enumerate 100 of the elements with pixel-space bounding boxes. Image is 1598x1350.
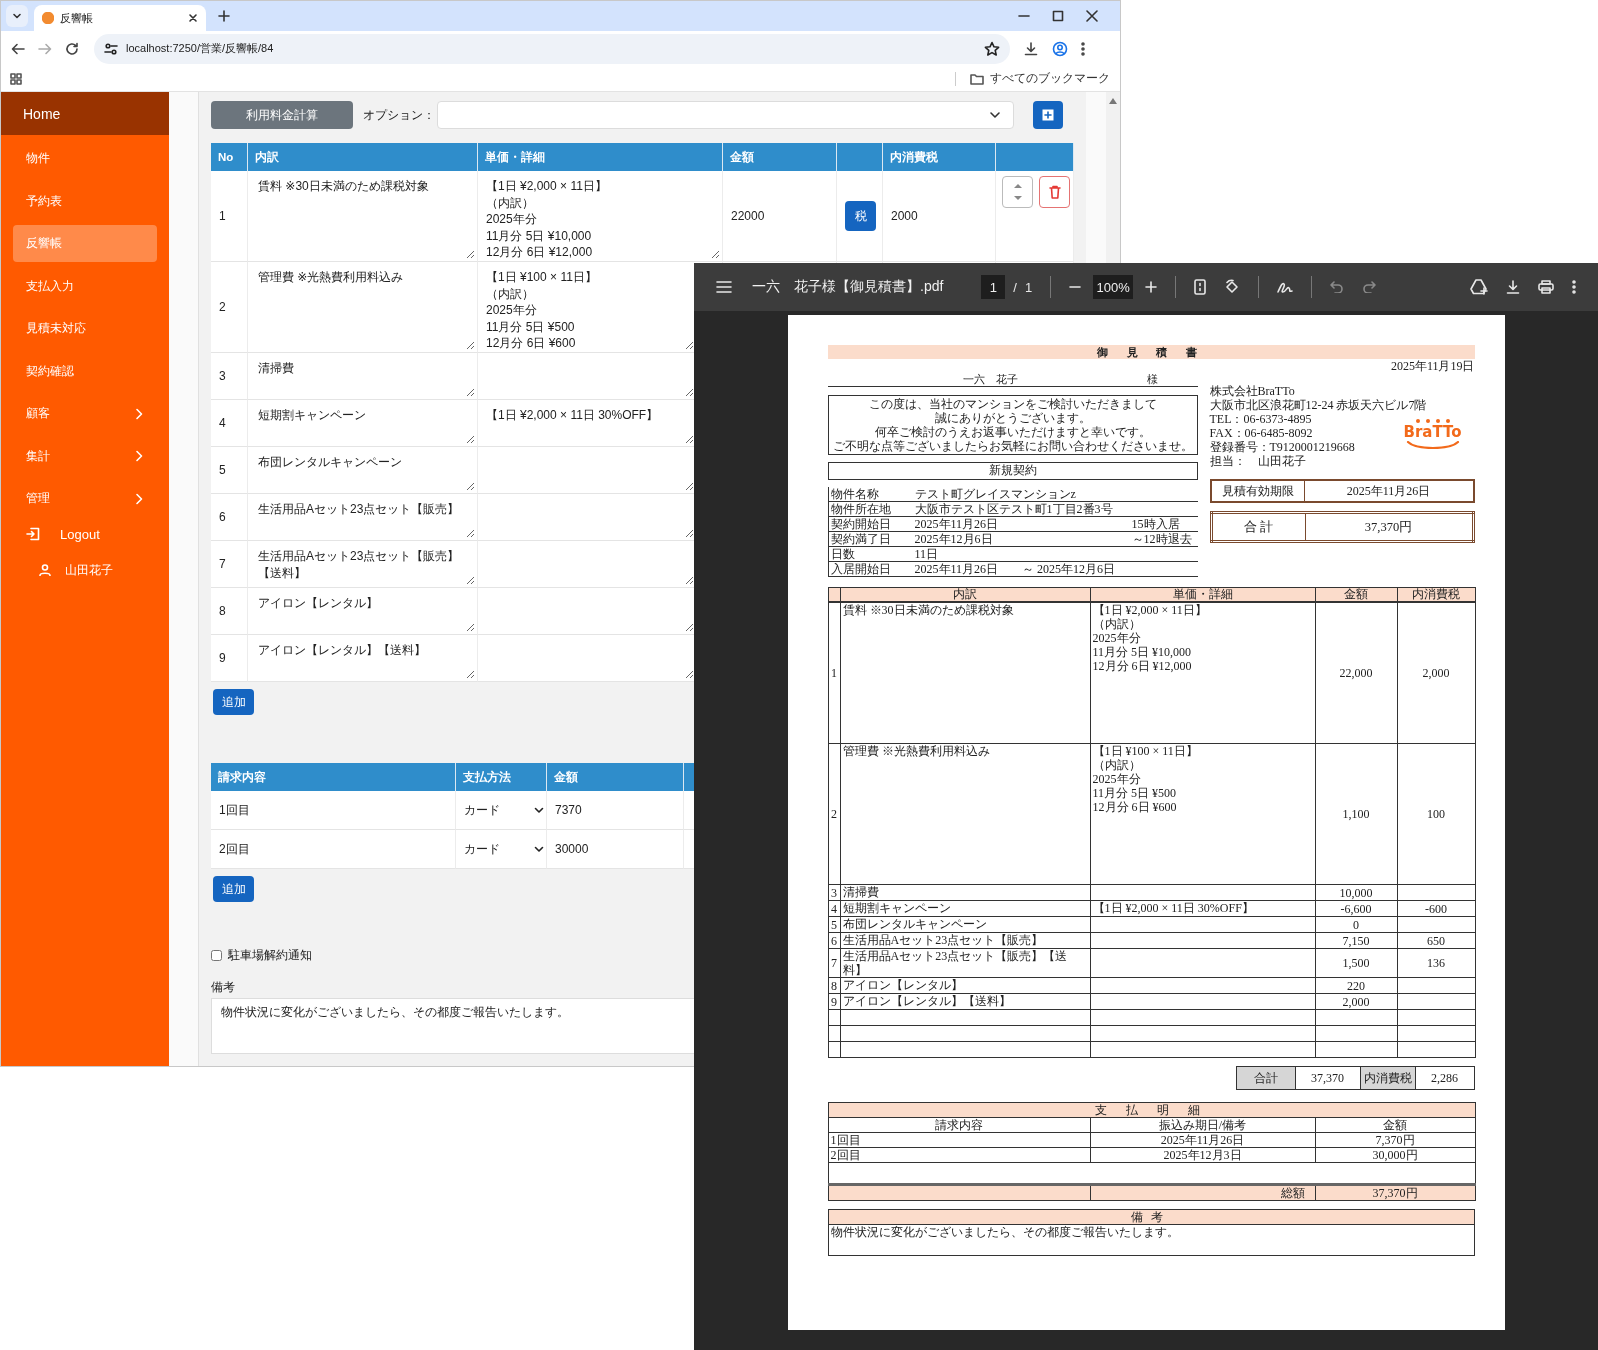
row-number: 5 [219,463,226,477]
tax-label: 内消費税 [1363,1070,1412,1085]
add-payment-button[interactable]: 追加 [213,876,254,902]
page-number-field[interactable]: 1 [981,275,1006,299]
site-info-icon[interactable] [104,41,118,56]
item-cell: 短期割キャンペーン [842,901,951,915]
document-title: 御 見 積 書 [827,345,1475,359]
item-cell: 布団レンタルキャンペーン [842,917,987,931]
total-amount: 37,370円 [1364,519,1413,534]
rotate-icon[interactable] [1224,279,1241,295]
company-line: TEL：06-6373-4895 [1209,412,1312,426]
profile-icon[interactable] [1052,40,1068,57]
row-number: 2 [831,807,837,821]
logo-arc-icon [1404,441,1461,449]
reload-icon[interactable] [65,41,79,56]
apps-grid-icon[interactable] [10,72,22,85]
scrollbar[interactable] [1106,92,1120,263]
amount-cell: 30000 [555,842,589,856]
print-icon[interactable] [1538,280,1554,294]
tax-cell: 136 [1427,956,1445,970]
due-date-cell: 2025年11月26日 [1160,1133,1245,1147]
browser-tab[interactable]: 反響帳 [34,5,206,31]
logo-text: BraTTo [1403,424,1462,441]
tab-list-button[interactable] [6,5,28,27]
option-label: オプション： [363,106,436,124]
amount-cell: 7370 [555,803,582,817]
section-title: 支 払 明 細 [1095,1103,1208,1117]
column-header: 支払方法 [456,763,547,791]
amount-cell: -6,600 [1340,901,1372,916]
tax-cell: -600 [1425,901,1447,916]
calculate-button[interactable]: 利用料金計算 [211,101,353,129]
row-number: 7 [219,557,226,571]
row-number: 6 [219,510,226,524]
add-option-button[interactable] [1033,101,1063,129]
item-cell: 賃料 ※30日未満のため課税対象 [842,603,1014,617]
column-header: 単価・詳細 [478,143,723,171]
document-title: 一六 花子様【御見積書】.pdf [752,278,944,296]
download-icon[interactable] [1023,40,1039,57]
download-icon[interactable] [1506,280,1520,294]
close-icon[interactable] [188,13,198,23]
parking-notice-checkbox[interactable] [211,950,222,961]
item-cell: 生活用品Aセット23点セット【販売】【送料】 [842,949,1068,977]
tax-cell: 650 [1427,933,1445,948]
info-label: 物件名称 [830,487,879,501]
company-line: 登録番号：T9120001219668 [1209,440,1355,454]
home-link[interactable]: Home [1,92,169,135]
back-icon[interactable] [11,41,25,56]
add-row-button[interactable]: 追加 [213,689,254,715]
zoom-in-icon[interactable] [1145,281,1158,293]
column-header [837,143,883,171]
item-cell: アイロン【レンタル】【送料】 [842,994,1011,1008]
maximize-icon[interactable] [1052,10,1064,22]
more-icon[interactable] [1572,280,1576,294]
person-icon [39,564,51,576]
amount-cell: 30,000円 [1372,1148,1418,1162]
section-title: 備考 [1131,1210,1171,1224]
redo-icon[interactable] [1362,281,1377,293]
row-number: 8 [831,978,837,993]
more-icon[interactable] [1081,41,1085,56]
column-header: 内訳 [953,588,977,601]
info-label: 契約満了日 [830,532,891,546]
detail-cell: 【1日 ¥2,000 × 11日 30%OFF】 [1092,901,1254,915]
close-icon[interactable] [1086,10,1098,22]
reorder-button[interactable] [1002,176,1033,208]
document-date: 2025年11月19日 [1389,361,1475,372]
drive-add-icon[interactable] [1470,279,1488,295]
row-number: 4 [831,901,837,916]
menu-icon[interactable] [716,281,732,293]
folder-icon[interactable] [970,72,984,85]
delete-button[interactable] [1039,176,1070,208]
company-line: 大阪市北区浪花町12-24 赤坂天六ビル7階 [1209,398,1427,412]
column-header: No [211,143,248,171]
undo-icon[interactable] [1330,281,1345,293]
validity-label: 見積有効期限 [1221,483,1294,498]
total-value: 37,370 [1311,1070,1344,1085]
greeting-line: 誠にありがとうございます。 [933,411,1092,425]
scroll-up-icon[interactable] [1109,98,1117,104]
item-cell: 生活用品Aセット23点セット【販売】 [842,933,1044,947]
tax-button[interactable]: 税 [845,201,876,231]
bookmarks-link[interactable]: すべてのブックマーク [990,70,1110,87]
row-number: 8 [219,604,226,618]
zoom-field[interactable]: 100% [1093,275,1134,299]
fit-page-icon[interactable] [1194,279,1207,295]
column-header [684,763,695,791]
draw-icon[interactable] [1277,280,1294,294]
row-number: 7 [831,956,837,970]
address-field[interactable]: localhost:7250/営業/反響帳/84 [94,33,1010,64]
installment-cell: 2回目 [830,1148,861,1162]
greeting-line: 何卒ご検討のうえお返事いただけますと幸いです。 [873,425,1152,439]
star-icon[interactable] [984,40,1000,57]
remarks-field[interactable]: 物件状況に変化がございましたら、その都度ご報告いたします。 [211,998,695,1054]
new-tab-icon[interactable] [218,10,230,22]
info-value: 2025年11月26日 [914,517,999,531]
info-value: 大阪市テスト区テスト町1丁目2番3号 [914,502,1113,516]
total-label: 合計 [1253,1070,1278,1085]
tax-cell: 100 [1427,807,1445,821]
column-header: 金額 [723,143,837,171]
company-line: 株式会社BraTTo [1209,384,1295,398]
info-value: テスト町グレイスマンションz [914,487,1076,501]
total-label: 合 計 [1243,519,1274,534]
